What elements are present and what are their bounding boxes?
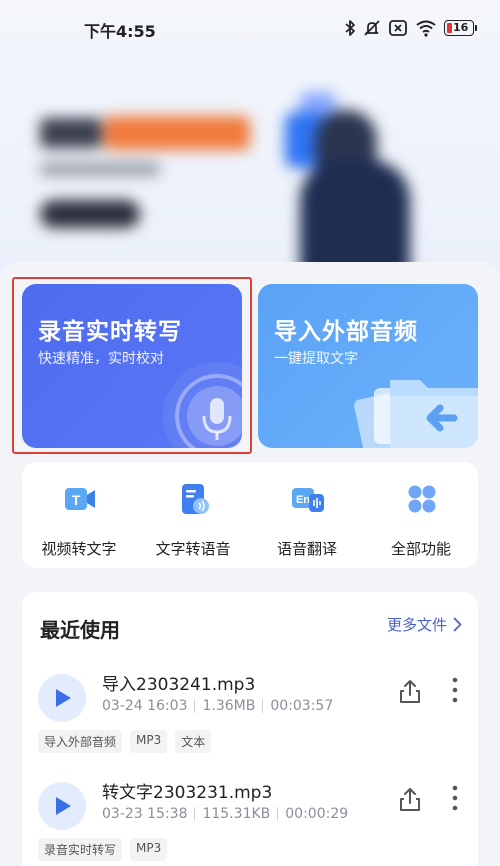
file-tag: 文本 xyxy=(175,730,212,753)
file-meta: 03-24 16:03 1.36MB 00:03:57 xyxy=(102,698,333,714)
recent-title: 最近使用 xyxy=(40,618,120,642)
tool-label: 语音翻译 xyxy=(276,540,337,558)
import-card-title: 导入外部音频 xyxy=(274,319,418,345)
app-screen: 下午4:55 16 录音实时转写 快速精准，实时校对 导入外部音频 一键提取文字… xyxy=(0,0,500,866)
file-tag: MP3 xyxy=(130,838,168,861)
file-size: 115.31KB xyxy=(202,806,271,822)
file-tag: 录音实时转写 xyxy=(38,838,123,861)
chevron-right-icon xyxy=(453,617,462,632)
file-date: 03-24 16:03 xyxy=(102,698,188,714)
battery-icon: 16 xyxy=(444,20,477,36)
file-name: 导入2303241.mp3 xyxy=(102,675,256,695)
svg-text:T: T xyxy=(72,492,81,508)
file-meta: 03-23 15:38 115.31KB 00:00:29 xyxy=(102,806,348,822)
more-files-label: 更多文件 xyxy=(386,616,447,634)
tool-row: T 视频转文字 文字转语音 En 语音翻译 全部功能 xyxy=(22,462,478,568)
file-item[interactable]: 转文字2303231.mp3 03-23 15:38 115.31KB 00:0… xyxy=(22,772,478,866)
tool-label: 全部功能 xyxy=(390,540,451,558)
file-tags: 录音实时转写 MP3 xyxy=(38,838,168,861)
file-date: 03-23 15:38 xyxy=(102,806,188,822)
tool-text-to-speech[interactable]: 文字转语音 xyxy=(136,462,250,568)
mute-icon xyxy=(364,20,380,36)
play-button[interactable] xyxy=(38,674,86,722)
text-to-speech-icon xyxy=(182,484,209,514)
highlight-frame xyxy=(12,277,252,454)
all-features-icon xyxy=(408,485,436,513)
file-duration: 00:03:57 xyxy=(270,698,334,714)
status-icons: 16 xyxy=(344,19,477,37)
tool-all-features[interactable]: 全部功能 xyxy=(364,462,478,568)
file-tags: 导入外部音频 MP3 文本 xyxy=(38,730,212,753)
import-audio-card[interactable]: 导入外部音频 一键提取文字 xyxy=(258,284,478,448)
share-icon[interactable] xyxy=(398,678,422,704)
no-sim-icon xyxy=(389,20,407,36)
folder-import-icon xyxy=(354,380,478,448)
file-name: 转文字2303231.mp3 xyxy=(102,783,273,803)
more-files-link[interactable]: 更多文件 xyxy=(387,614,462,635)
tool-video-to-text[interactable]: T 视频转文字 xyxy=(22,462,136,568)
video-to-text-icon: T xyxy=(65,488,95,510)
tool-voice-translate[interactable]: En 语音翻译 xyxy=(250,462,364,568)
play-button[interactable] xyxy=(38,782,86,830)
import-card-subtitle: 一键提取文字 xyxy=(274,351,358,367)
play-icon xyxy=(56,797,71,815)
tool-label: 文字转语音 xyxy=(155,540,231,558)
file-item[interactable]: 导入2303241.mp3 03-24 16:03 1.36MB 00:03:5… xyxy=(22,664,478,774)
status-bar: 下午4:55 16 xyxy=(0,0,500,56)
voice-translate-icon: En xyxy=(292,488,324,512)
battery-level: 16 xyxy=(453,21,469,34)
wifi-icon xyxy=(416,20,436,37)
file-tag: MP3 xyxy=(130,730,168,753)
status-time: 下午4:55 xyxy=(84,22,156,41)
bluetooth-icon xyxy=(345,20,355,36)
svg-text:En: En xyxy=(296,494,310,506)
file-tag: 导入外部音频 xyxy=(38,730,123,753)
more-options-icon[interactable] xyxy=(448,784,462,812)
tool-label: 视频转文字 xyxy=(41,540,117,558)
file-size: 1.36MB xyxy=(202,698,256,714)
more-options-icon[interactable] xyxy=(448,676,462,704)
recent-section: 最近使用 更多文件 导入2303241.mp3 03-24 16:03 1.36… xyxy=(22,592,478,866)
share-icon[interactable] xyxy=(398,786,422,812)
play-icon xyxy=(56,689,71,707)
file-duration: 00:00:29 xyxy=(285,806,349,822)
